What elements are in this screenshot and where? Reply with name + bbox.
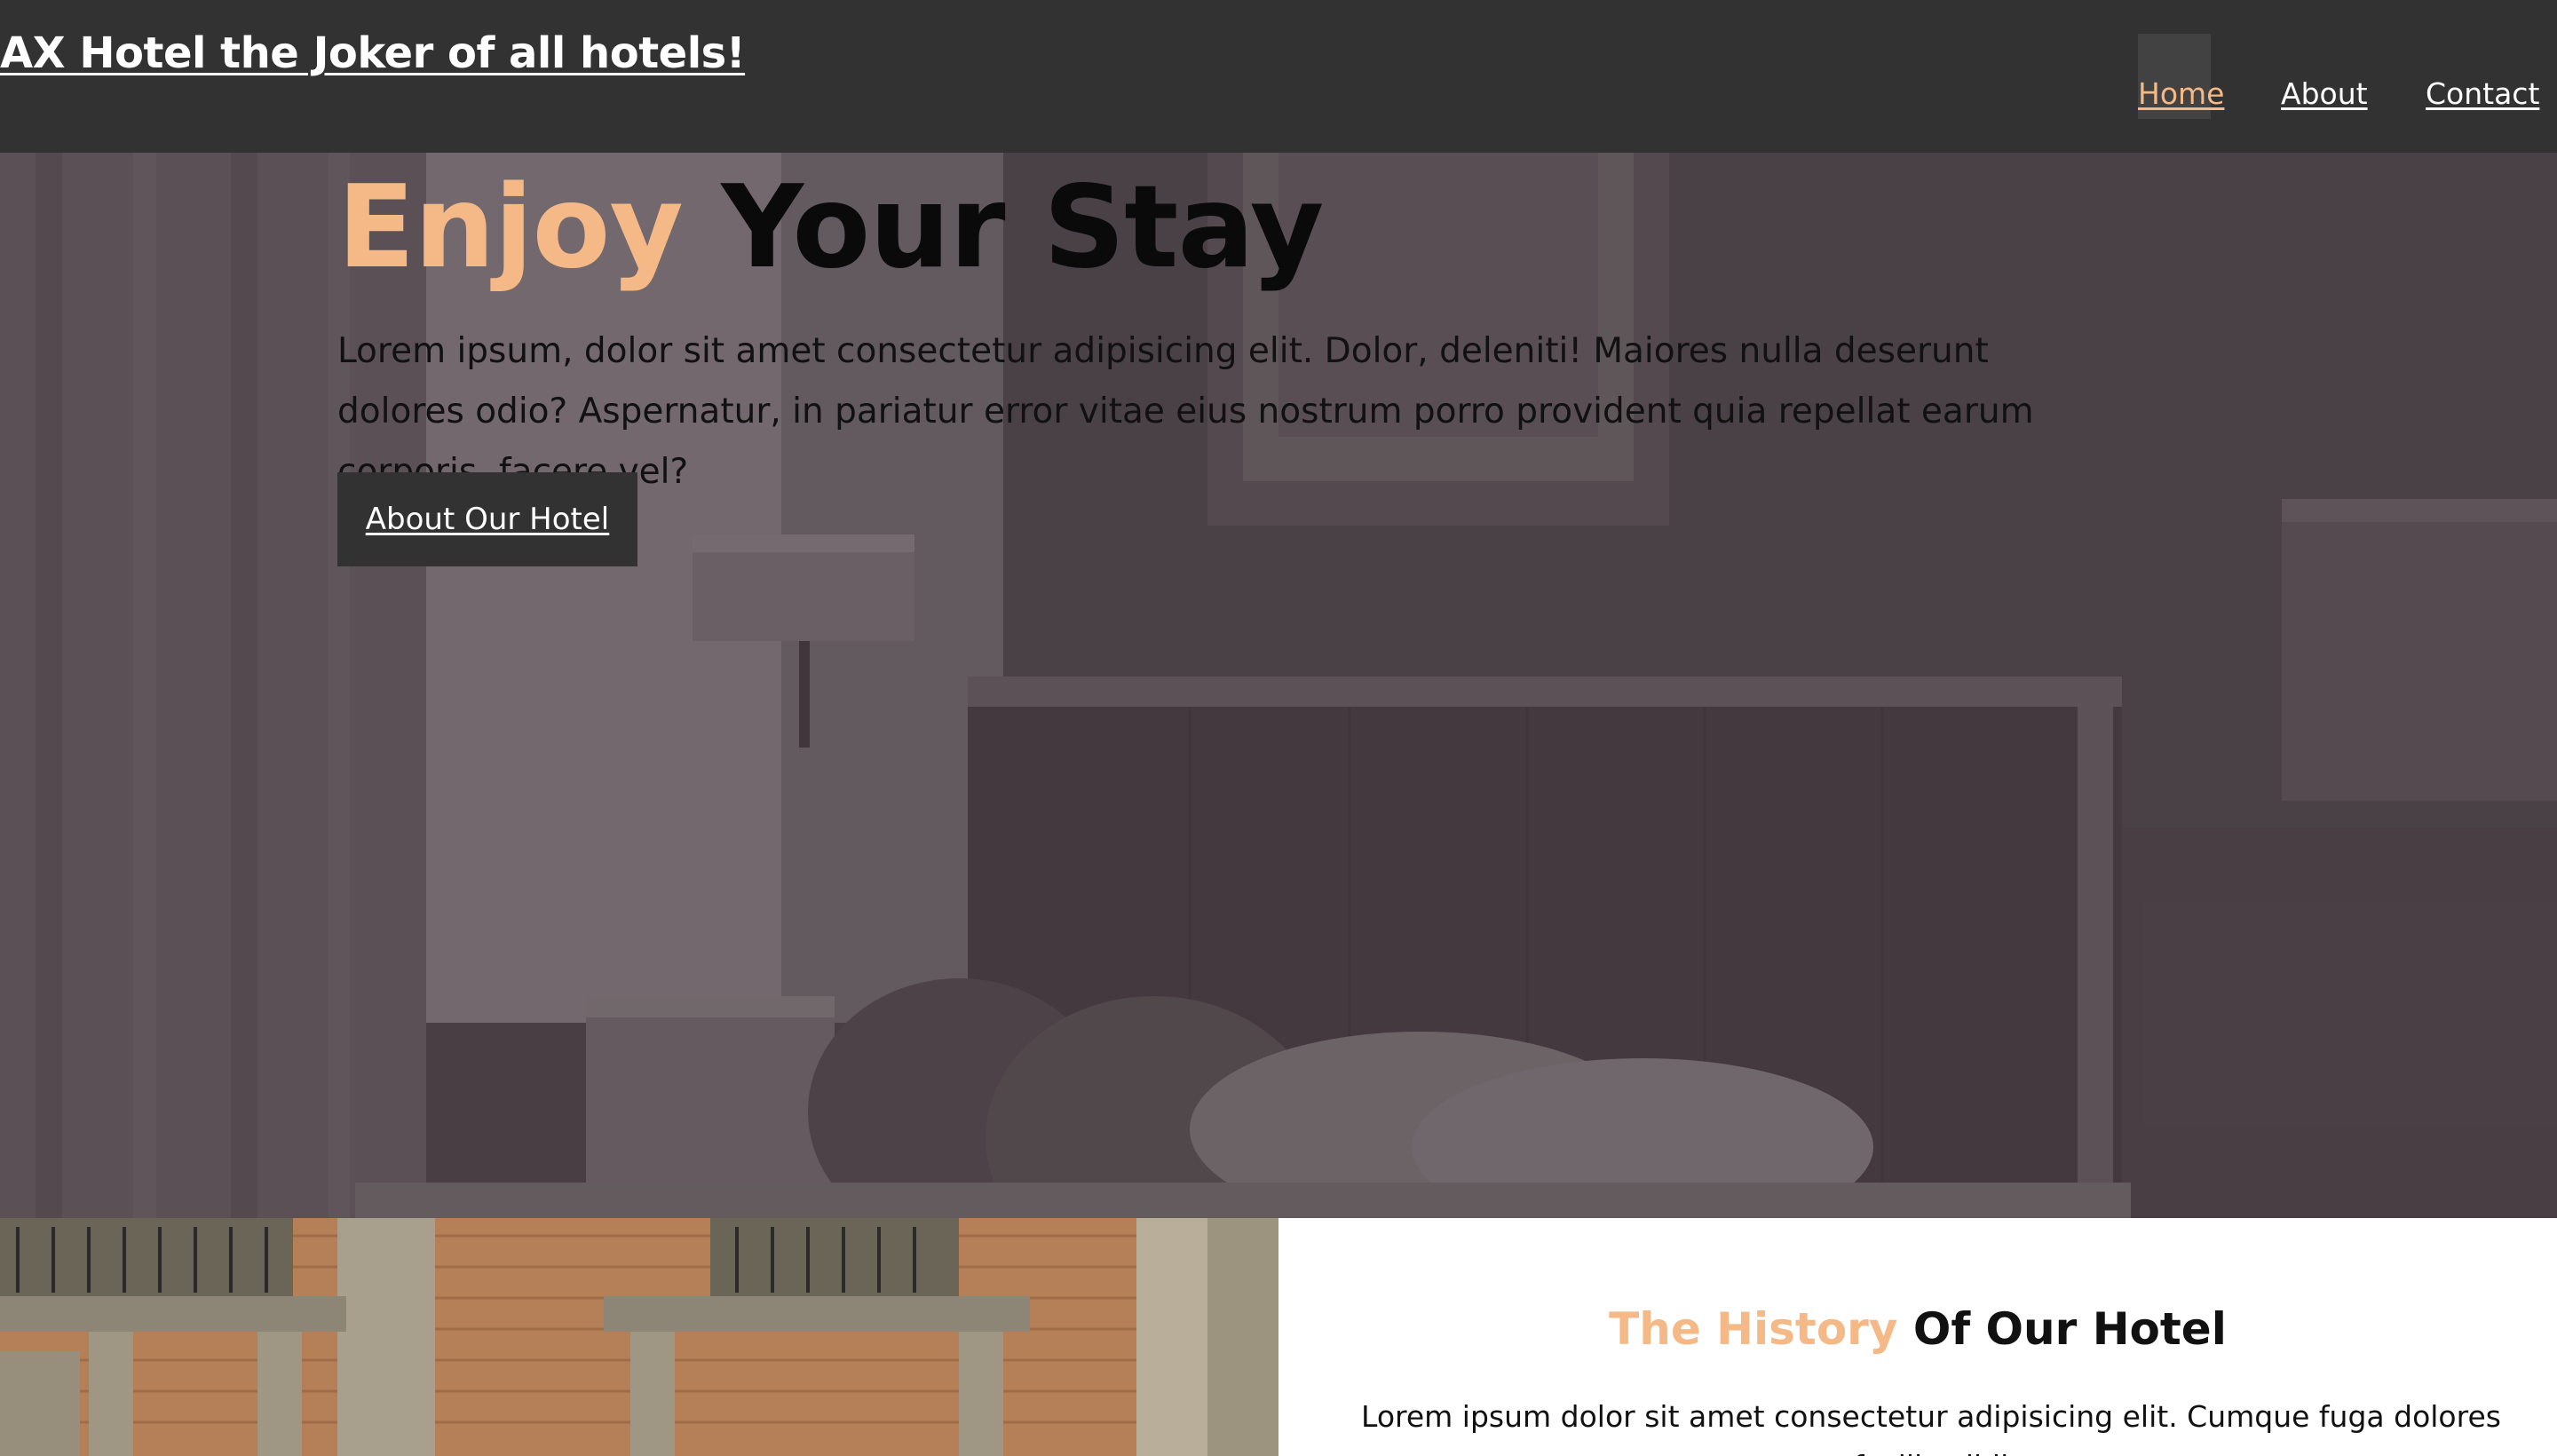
nav-link-about[interactable]: About (2281, 76, 2368, 111)
building-facade-graphic (0, 1218, 1278, 1456)
hero-title: Enjoy Your Stay (337, 162, 1324, 294)
hero-title-rest: Your Stay (721, 162, 1324, 294)
history-building-image (0, 1218, 1278, 1456)
nav-link-contact[interactable]: Contact (2426, 76, 2539, 111)
history-title-accent: The History (1609, 1303, 1898, 1355)
history-description: Lorem ipsum dolor sit amet consectetur a… (1361, 1399, 2501, 1456)
about-hotel-button[interactable]: About Our Hotel (337, 472, 637, 566)
hero-title-accent: Enjoy (337, 162, 684, 294)
history-title: The History Of Our Hotel (1278, 1303, 2557, 1355)
history-panel: The History Of Our Hotel Lorem ipsum dol… (1278, 1218, 2557, 1456)
navbar: AX Hotel the Joker of all hotels! Home A… (0, 0, 2557, 153)
history-title-rest: Of Our Hotel (1912, 1303, 2227, 1355)
hero-section: Enjoy Your Stay Lorem ipsum, dolor sit a… (0, 153, 2557, 1218)
nav-link-home[interactable]: Home (2138, 76, 2224, 111)
hero-overlay (0, 153, 2557, 1218)
site-title-link[interactable]: AX Hotel the Joker of all hotels! (0, 28, 746, 78)
